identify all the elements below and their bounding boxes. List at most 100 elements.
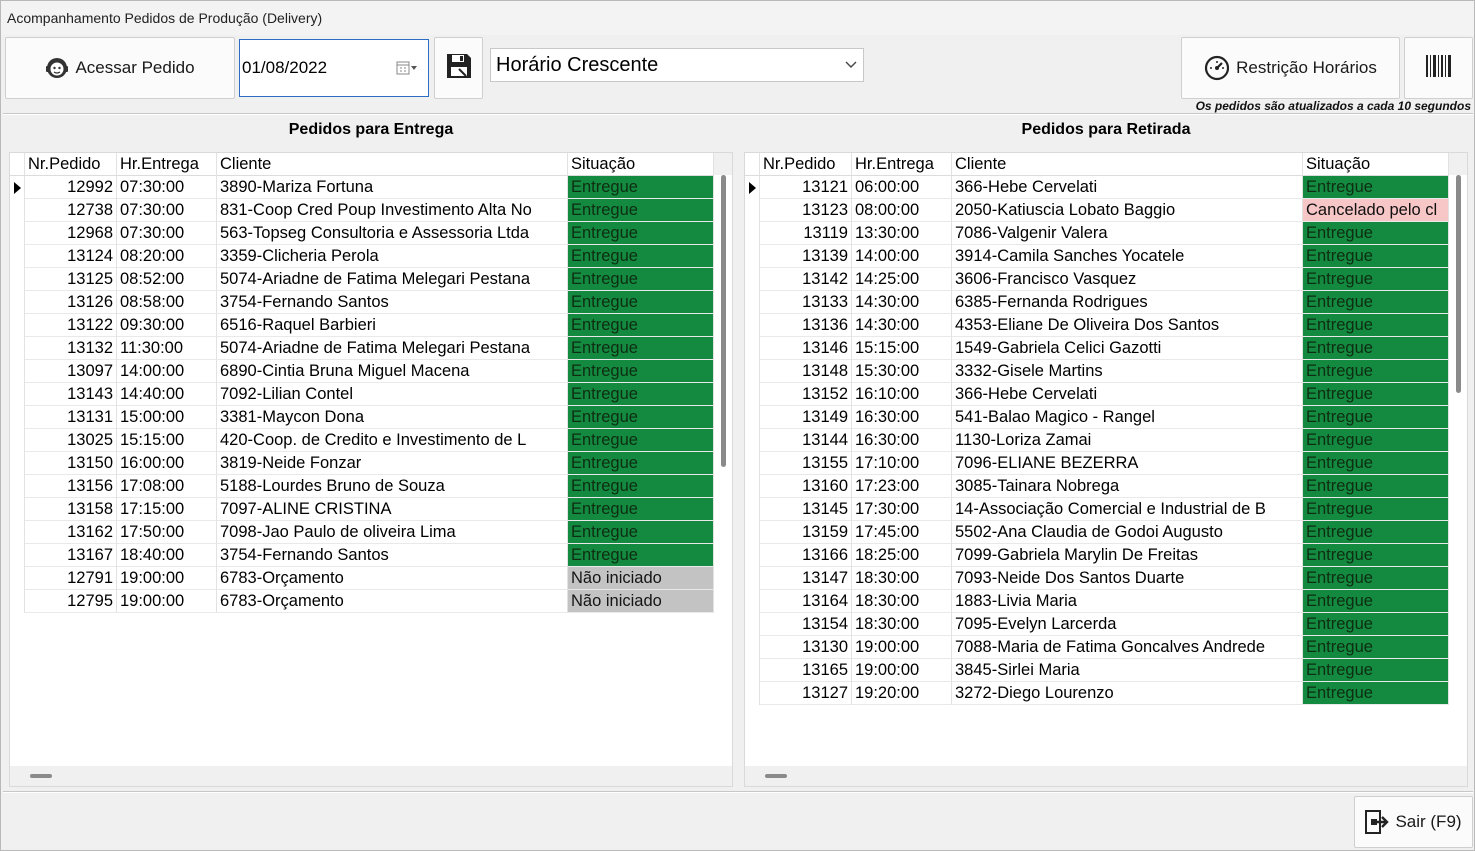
column-status-cell: Entregue: [1303, 636, 1449, 659]
refresh-info-text: Os pedidos são atualizados a cada 10 seg…: [1195, 99, 1471, 113]
table-row[interactable]: 13139 14:00:00 3914-Camila Sanches Yocatel…: [745, 245, 1449, 268]
save-button[interactable]: [434, 37, 483, 99]
column-order-number-cell: 12738: [25, 199, 117, 222]
chevron-down-icon: [845, 61, 857, 69]
table-row[interactable]: 13147 18:30:00 7093-Neide Dos Santos Duart…: [745, 567, 1449, 590]
column-delivery-time-header[interactable]: Hr.Entrega: [117, 153, 217, 176]
column-client-header[interactable]: Cliente: [217, 153, 568, 176]
scroll-thumb[interactable]: [1456, 175, 1461, 393]
column-status-cell: Entregue: [568, 176, 714, 199]
table-row[interactable]: 13162 17:50:00 7098-Jao Paulo de oliveira …: [10, 521, 714, 544]
table-row[interactable]: 13121 06:00:00 366-Hebe Cervelati Entregue: [745, 176, 1449, 199]
table-row[interactable]: 13165 19:00:00 3845-Sirlei Maria Entregue: [745, 659, 1449, 682]
column-client-cell: 1130-Loriza Zamai: [952, 429, 1303, 452]
row-indicator: [745, 337, 760, 360]
row-indicator: [745, 222, 760, 245]
row-pointer-icon: [14, 182, 21, 194]
table-row[interactable]: 13127 19:20:00 3272-Diego Lourenzo Entregue: [745, 682, 1449, 705]
table-row[interactable]: 13123 08:00:00 2050-Katiuscia Lobato Baggi…: [745, 199, 1449, 222]
table-row[interactable]: 13143 14:40:00 7092-Lilian Contel Entregue: [10, 383, 714, 406]
column-client-header[interactable]: Cliente: [952, 153, 1303, 176]
table-row[interactable]: 13149 16:30:00 541-Balao Magico - Rangel En…: [745, 406, 1449, 429]
access-order-button[interactable]: Acessar Pedido: [5, 37, 235, 99]
table-row[interactable]: 12968 07:30:00 563-Topseg Consultoria e As…: [10, 222, 714, 245]
table-row[interactable]: 13122 09:30:00 6516-Raquel Barbieri Entregu…: [10, 314, 714, 337]
scroll-thumb[interactable]: [30, 774, 52, 778]
row-indicator: [10, 544, 25, 567]
table-row[interactable]: 13119 13:30:00 7086-Valgenir Valera Entregu…: [745, 222, 1449, 245]
table-row[interactable]: 12738 07:30:00 831-Coop Cred Poup Investim…: [10, 199, 714, 222]
column-order-number-header[interactable]: Nr.Pedido: [25, 153, 117, 176]
table-row[interactable]: 13126 08:58:00 3754-Fernando Santos Entregu…: [10, 291, 714, 314]
table-row[interactable]: 13164 18:30:00 1883-Livia Maria Entregue: [745, 590, 1449, 613]
table-row[interactable]: 13166 18:25:00 7099-Gabriela Marylin De Fr…: [745, 544, 1449, 567]
table-row[interactable]: 13144 16:30:00 1130-Loriza Zamai Entregue: [745, 429, 1449, 452]
row-indicator: [745, 245, 760, 268]
table-row[interactable]: 13097 14:00:00 6890-Cintia Bruna Miguel Ma…: [10, 360, 714, 383]
calendar-icon[interactable]: [396, 60, 418, 76]
column-delivery-time-cell: 14:30:00: [852, 314, 952, 337]
table-row[interactable]: 13133 14:30:00 6385-Fernanda Rodrigues Entr…: [745, 291, 1449, 314]
table-row[interactable]: 12795 19:00:00 6783-Orçamento Não iniciado: [10, 590, 714, 613]
table-row[interactable]: 13148 15:30:00 3332-Gisele Martins Entregue: [745, 360, 1449, 383]
table-row[interactable]: 13154 18:30:00 7095-Evelyn Larcerda Entregu…: [745, 613, 1449, 636]
delivery-orders-grid[interactable]: Nr.Pedido Hr.Entrega Cliente Situação 12992 0…: [9, 152, 733, 787]
column-order-number-cell: 13165: [760, 659, 852, 682]
column-order-number-cell: 13126: [25, 291, 117, 314]
table-row[interactable]: 13156 17:08:00 5188-Lourdes Bruno de Souza…: [10, 475, 714, 498]
column-order-number-cell: 13149: [760, 406, 852, 429]
table-row[interactable]: 13152 16:10:00 366-Hebe Cervelati Entregue: [745, 383, 1449, 406]
scroll-thumb[interactable]: [765, 774, 787, 778]
pickup-orders-grid[interactable]: Nr.Pedido Hr.Entrega Cliente Situação 13121 0…: [744, 152, 1468, 787]
table-row[interactable]: 13136 14:30:00 4353-Eliane De Oliveira Dos…: [745, 314, 1449, 337]
table-row[interactable]: 13025 15:15:00 420-Coop. de Credito e Inve…: [10, 429, 714, 452]
barcode-button[interactable]: [1404, 37, 1473, 99]
vertical-scrollbar[interactable]: [1453, 173, 1463, 766]
column-status-cell: Entregue: [568, 498, 714, 521]
sort-order-select[interactable]: Horário Crescente: [490, 48, 864, 82]
column-delivery-time-cell: 08:20:00: [117, 245, 217, 268]
row-indicator: [745, 498, 760, 521]
column-client-cell: 3272-Diego Lourenzo: [952, 682, 1303, 705]
row-indicator: [10, 291, 25, 314]
row-indicator-header: [10, 153, 25, 176]
row-indicator: [745, 268, 760, 291]
barcode-icon: [1425, 54, 1453, 83]
table-row[interactable]: 12791 19:00:00 6783-Orçamento Não iniciado: [10, 567, 714, 590]
column-delivery-time-header[interactable]: Hr.Entrega: [852, 153, 952, 176]
column-order-number-header[interactable]: Nr.Pedido: [760, 153, 852, 176]
column-client-cell: 2050-Katiuscia Lobato Baggio: [952, 199, 1303, 222]
exit-button[interactable]: Sair (F9): [1354, 796, 1473, 848]
row-indicator: [10, 590, 25, 613]
date-input[interactable]: 01/08/2022: [239, 39, 429, 97]
table-row[interactable]: 13130 19:00:00 7088-Maria de Fatima Goncal…: [745, 636, 1449, 659]
column-status-cell: Entregue: [568, 452, 714, 475]
table-row[interactable]: 13125 08:52:00 5074-Ariadne de Fatima Mele…: [10, 268, 714, 291]
column-delivery-time-cell: 18:25:00: [852, 544, 952, 567]
row-indicator: [10, 199, 25, 222]
column-order-number-cell: 13119: [760, 222, 852, 245]
table-row[interactable]: 13132 11:30:00 5074-Ariadne de Fatima Mele…: [10, 337, 714, 360]
table-row[interactable]: 13146 15:15:00 1549-Gabriela Celici Gazott…: [745, 337, 1449, 360]
table-row[interactable]: 13159 17:45:00 5502-Ana Claudia de Godoi A…: [745, 521, 1449, 544]
column-delivery-time-cell: 14:30:00: [852, 291, 952, 314]
column-client-cell: 3914-Camila Sanches Yocatele: [952, 245, 1303, 268]
table-row[interactable]: 13160 17:23:00 3085-Tainara Nobrega Entregu…: [745, 475, 1449, 498]
horizontal-scrollbar[interactable]: [10, 766, 732, 786]
table-row[interactable]: 13142 14:25:00 3606-Francisco Vasquez Entre…: [745, 268, 1449, 291]
table-row[interactable]: 13124 08:20:00 3359-Clicheria Perola Entreg…: [10, 245, 714, 268]
table-row[interactable]: 13158 17:15:00 7097-ALINE CRISTINA Entregue: [10, 498, 714, 521]
horizontal-scrollbar[interactable]: [745, 766, 1467, 786]
scroll-thumb[interactable]: [721, 175, 726, 467]
column-status-header[interactable]: Situação: [568, 153, 714, 176]
column-status-header[interactable]: Situação: [1303, 153, 1449, 176]
row-indicator: [745, 406, 760, 429]
table-row[interactable]: 13167 18:40:00 3754-Fernando Santos Entregu…: [10, 544, 714, 567]
vertical-scrollbar[interactable]: [718, 173, 728, 766]
table-row[interactable]: 13131 15:00:00 3381-Maycon Dona Entregue: [10, 406, 714, 429]
table-row[interactable]: 13155 17:10:00 7096-ELIANE BEZERRA Entregue: [745, 452, 1449, 475]
table-row[interactable]: 12992 07:30:00 3890-Mariza Fortuna Entregue: [10, 176, 714, 199]
table-row[interactable]: 13145 17:30:00 14-Associação Comercial e I…: [745, 498, 1449, 521]
table-row[interactable]: 13150 16:00:00 3819-Neide Fonzar Entregue: [10, 452, 714, 475]
time-restriction-button[interactable]: Restrição Horários: [1181, 37, 1400, 99]
